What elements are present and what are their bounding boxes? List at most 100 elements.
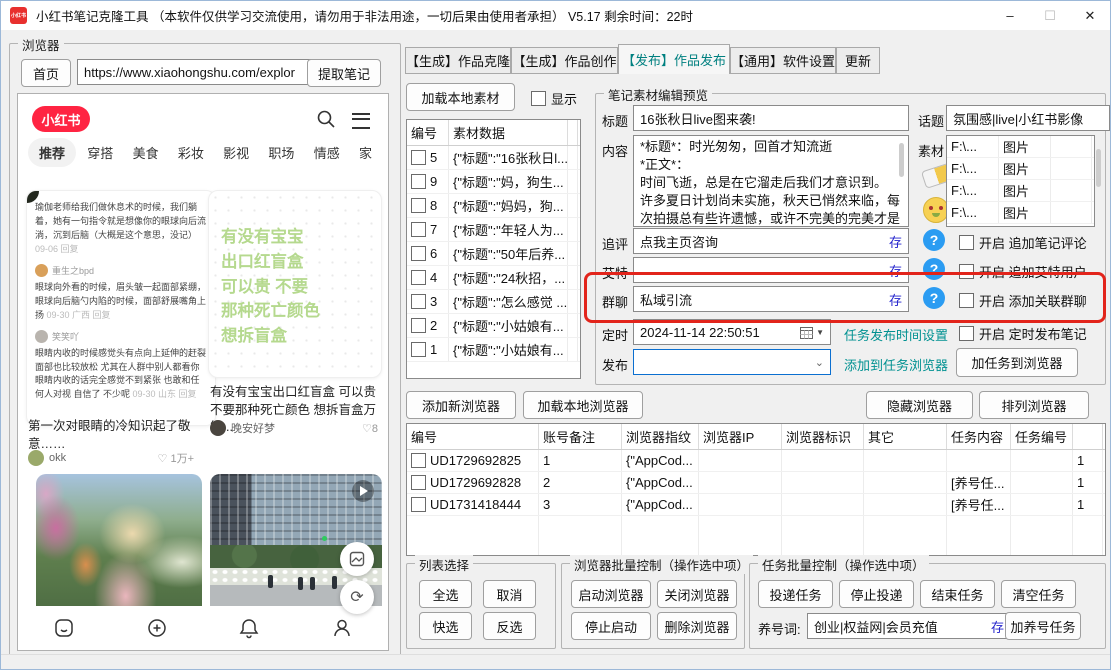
checkbox[interactable]	[959, 235, 974, 250]
material-row[interactable]: 5{"标题":"16张秋日l...	[407, 146, 580, 170]
browser-row[interactable]: UD17314184443{"AppCod...[养号任...1	[407, 494, 1105, 516]
like-count[interactable]: ♡8	[362, 422, 378, 435]
show-checkbox[interactable]: 显示	[531, 89, 577, 108]
material-listview[interactable]: 编号 素材数据 5{"标题":"16张秋日l...9{"标题":"妈，狗生...…	[406, 119, 581, 379]
category-影视[interactable]: 影视	[215, 138, 257, 167]
tab-3[interactable]: 【发布】作品发布	[618, 44, 730, 74]
task-ctl-投递任务[interactable]: 投递任务	[758, 580, 833, 608]
checkbox[interactable]	[531, 91, 546, 106]
browser-ctl-停止启动[interactable]: 停止启动	[571, 612, 651, 640]
row-checkbox[interactable]	[411, 174, 426, 189]
row-checkbox[interactable]	[411, 222, 426, 237]
browser-ctl-关闭浏览器[interactable]: 关闭浏览器	[657, 580, 737, 608]
load-local-browser-button[interactable]: 加载本地浏览器	[523, 391, 643, 419]
xhs-logo[interactable]: 小红书	[32, 106, 90, 132]
col-header-3[interactable]: 浏览器指纹	[622, 424, 699, 449]
editor-material-list[interactable]: F:\...图片F:\...图片F:\...图片F:\...图片	[946, 135, 1095, 227]
row-checkbox[interactable]	[411, 475, 426, 490]
toggle-追评[interactable]: 开启 追加笔记评论	[959, 233, 1087, 252]
help-icon[interactable]: ?	[923, 287, 945, 309]
material-row[interactable]: 3{"标题":"怎么感觉 ...	[407, 290, 580, 314]
field-input-追评[interactable]: 点我主页咨询存	[633, 228, 909, 254]
arrange-browser-button[interactable]: 排列浏览器	[979, 391, 1089, 419]
list-select-取消[interactable]: 取消	[483, 580, 536, 608]
editor-material-row[interactable]: F:\...图片	[947, 202, 1094, 224]
row-checkbox[interactable]	[411, 453, 426, 468]
schedule-time-link[interactable]: 任务发布时间设置	[844, 325, 948, 344]
material-row[interactable]: 7{"标题":"年轻人为...	[407, 218, 580, 242]
note-caption[interactable]: 第一次对眼睛的冷知识起了敬意……	[28, 418, 196, 453]
tab-5[interactable]: 更新	[836, 47, 880, 74]
col-header-1[interactable]: 编号	[407, 424, 539, 449]
field-input-艾特[interactable]: 存	[633, 257, 909, 283]
category-彩妆[interactable]: 彩妆	[170, 138, 212, 167]
schedule-toggle[interactable]: 开启 定时发布笔记	[959, 324, 1087, 343]
content-scrollbar[interactable]	[899, 143, 904, 177]
publish-combobox[interactable]: ⌄	[633, 349, 831, 375]
add-new-browser-button[interactable]: 添加新浏览器	[406, 391, 516, 419]
add-to-task-browser-link[interactable]: 添加到任务浏览器	[844, 355, 948, 374]
checkbox[interactable]	[959, 264, 974, 279]
close-button[interactable]: ✕	[1070, 1, 1110, 30]
notifications-icon[interactable]	[238, 617, 260, 639]
nurture-word-input[interactable]: 创业|权益网|会员充值 存	[807, 613, 1011, 639]
topic-input[interactable]: 氛围感|live|小红书影像	[946, 105, 1110, 131]
row-checkbox[interactable]	[411, 497, 426, 512]
note-card-green[interactable]: 有没有宝宝出口红盲盒可以贵 不要那种死亡颜色想拆盲盒	[208, 190, 382, 378]
like-count[interactable]: ♡ 1万+	[158, 450, 194, 466]
note-author-row[interactable]: 晚安好梦 ♡8	[210, 420, 378, 436]
checkbox[interactable]	[959, 293, 974, 308]
refresh-button[interactable]: ⟳	[340, 580, 374, 614]
col-header-id[interactable]: 编号	[407, 120, 449, 145]
home-icon[interactable]	[53, 617, 75, 639]
field-input-群聊[interactable]: 私域引流存	[633, 286, 909, 312]
category-美食[interactable]: 美食	[125, 138, 167, 167]
row-checkbox[interactable]	[411, 270, 426, 285]
col-header-4[interactable]: 浏览器IP	[699, 424, 782, 449]
note-author-row[interactable]: okk ♡ 1万+	[28, 450, 194, 466]
note-card-comments[interactable]: 瑜伽老师给我们做休息术的时候，我们躺着，她有一句指令就是想像你的眼球向后流淌，沉…	[26, 190, 216, 426]
title-input[interactable]: 16张秋日live图来袭!	[633, 105, 909, 131]
home-button[interactable]: 首页	[21, 59, 71, 87]
schedule-datetime-input[interactable]: 2024-11-14 22:50:51 ▼	[633, 319, 831, 345]
row-checkbox[interactable]	[411, 318, 426, 333]
help-icon[interactable]: ?	[923, 258, 945, 280]
category-情感[interactable]: 情感	[306, 138, 348, 167]
category-家[interactable]: 家	[351, 138, 380, 167]
save-label[interactable]: 存	[885, 232, 902, 251]
material-row[interactable]: 4{"标题":"24秋招，...	[407, 266, 580, 290]
material-scrollbar[interactable]	[1096, 149, 1101, 187]
load-local-material-button[interactable]: 加载本地素材	[406, 83, 515, 111]
add-task-to-browser-button[interactable]: 加任务到浏览器	[956, 348, 1078, 377]
editor-material-row[interactable]: F:\...图片	[947, 158, 1094, 180]
calendar-icon[interactable]: ▼	[800, 326, 824, 339]
col-header-5[interactable]: 浏览器标识	[782, 424, 864, 449]
task-ctl-清空任务[interactable]: 清空任务	[1001, 580, 1076, 608]
material-row[interactable]: 1{"标题":"小姑娘有...	[407, 338, 580, 362]
category-穿搭[interactable]: 穿搭	[79, 138, 121, 167]
list-select-反选[interactable]: 反选	[483, 612, 536, 640]
hide-browser-button[interactable]: 隐藏浏览器	[866, 391, 973, 419]
material-row[interactable]: 2{"标题":"小姑娘有...	[407, 314, 580, 338]
col-header-6[interactable]: 其它	[864, 424, 947, 449]
col-header-8[interactable]: 任务编号	[1011, 424, 1073, 449]
col-header-2[interactable]: 账号备注	[539, 424, 622, 449]
material-row[interactable]: 8{"标题":"妈妈，狗...	[407, 194, 580, 218]
col-header-data[interactable]: 素材数据	[449, 120, 568, 145]
browser-ctl-启动浏览器[interactable]: 启动浏览器	[571, 580, 651, 608]
search-icon[interactable]	[316, 109, 336, 129]
browser-listview[interactable]: 编号账号备注浏览器指纹浏览器IP浏览器标识其它任务内容任务编号 UD172969…	[406, 423, 1106, 556]
add-nurture-task-button[interactable]: 加养号任务	[1005, 612, 1081, 640]
create-post-icon[interactable]	[146, 617, 168, 639]
row-checkbox[interactable]	[411, 246, 426, 261]
play-icon[interactable]	[352, 480, 374, 502]
photo-note-garden[interactable]	[36, 474, 202, 616]
save-label[interactable]: 存	[885, 261, 902, 280]
category-职场[interactable]: 职场	[260, 138, 302, 167]
editor-material-row[interactable]: F:\...图片	[947, 136, 1094, 158]
save-label[interactable]: 存	[885, 290, 902, 309]
profile-icon[interactable]	[331, 617, 353, 639]
task-ctl-停止投递[interactable]: 停止投递	[839, 580, 914, 608]
tab-1[interactable]: 【生成】作品克隆	[405, 47, 511, 74]
row-checkbox[interactable]	[411, 198, 426, 213]
